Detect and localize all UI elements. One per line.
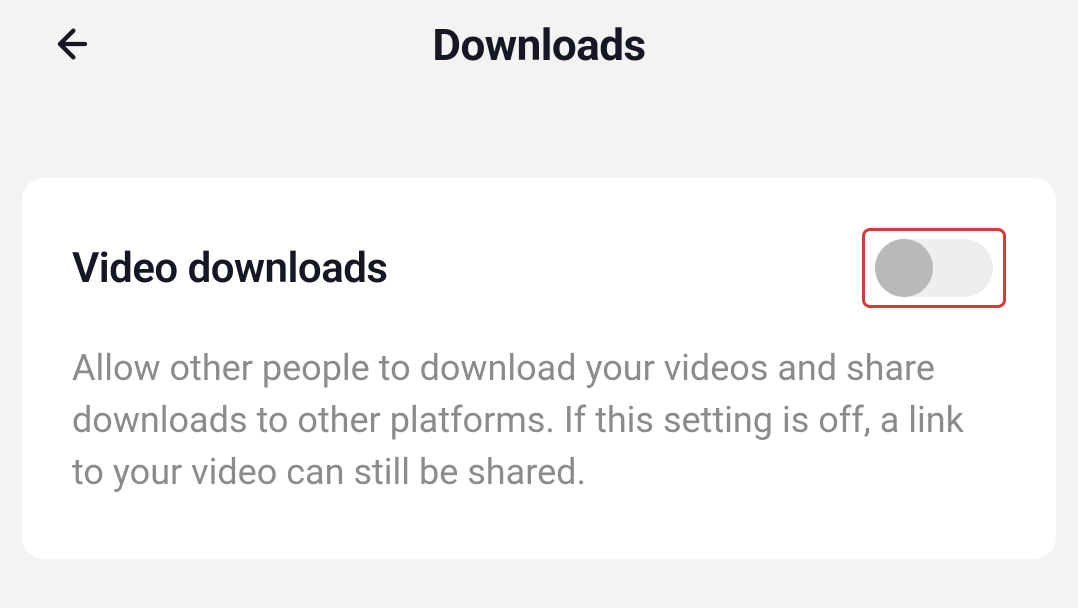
video-downloads-label: Video downloads	[72, 244, 388, 293]
video-downloads-row: Video downloads	[72, 228, 1006, 308]
video-downloads-toggle[interactable]	[875, 239, 993, 297]
toggle-knob	[875, 239, 933, 297]
arrow-left-icon	[50, 24, 90, 64]
toggle-highlight-annotation	[862, 228, 1006, 308]
video-downloads-description: Allow other people to download your vide…	[72, 342, 1002, 499]
settings-card: Video downloads Allow other people to do…	[22, 178, 1056, 559]
back-button[interactable]	[48, 22, 92, 66]
page-title: Downloads	[432, 19, 645, 71]
header: Downloads	[0, 0, 1078, 90]
